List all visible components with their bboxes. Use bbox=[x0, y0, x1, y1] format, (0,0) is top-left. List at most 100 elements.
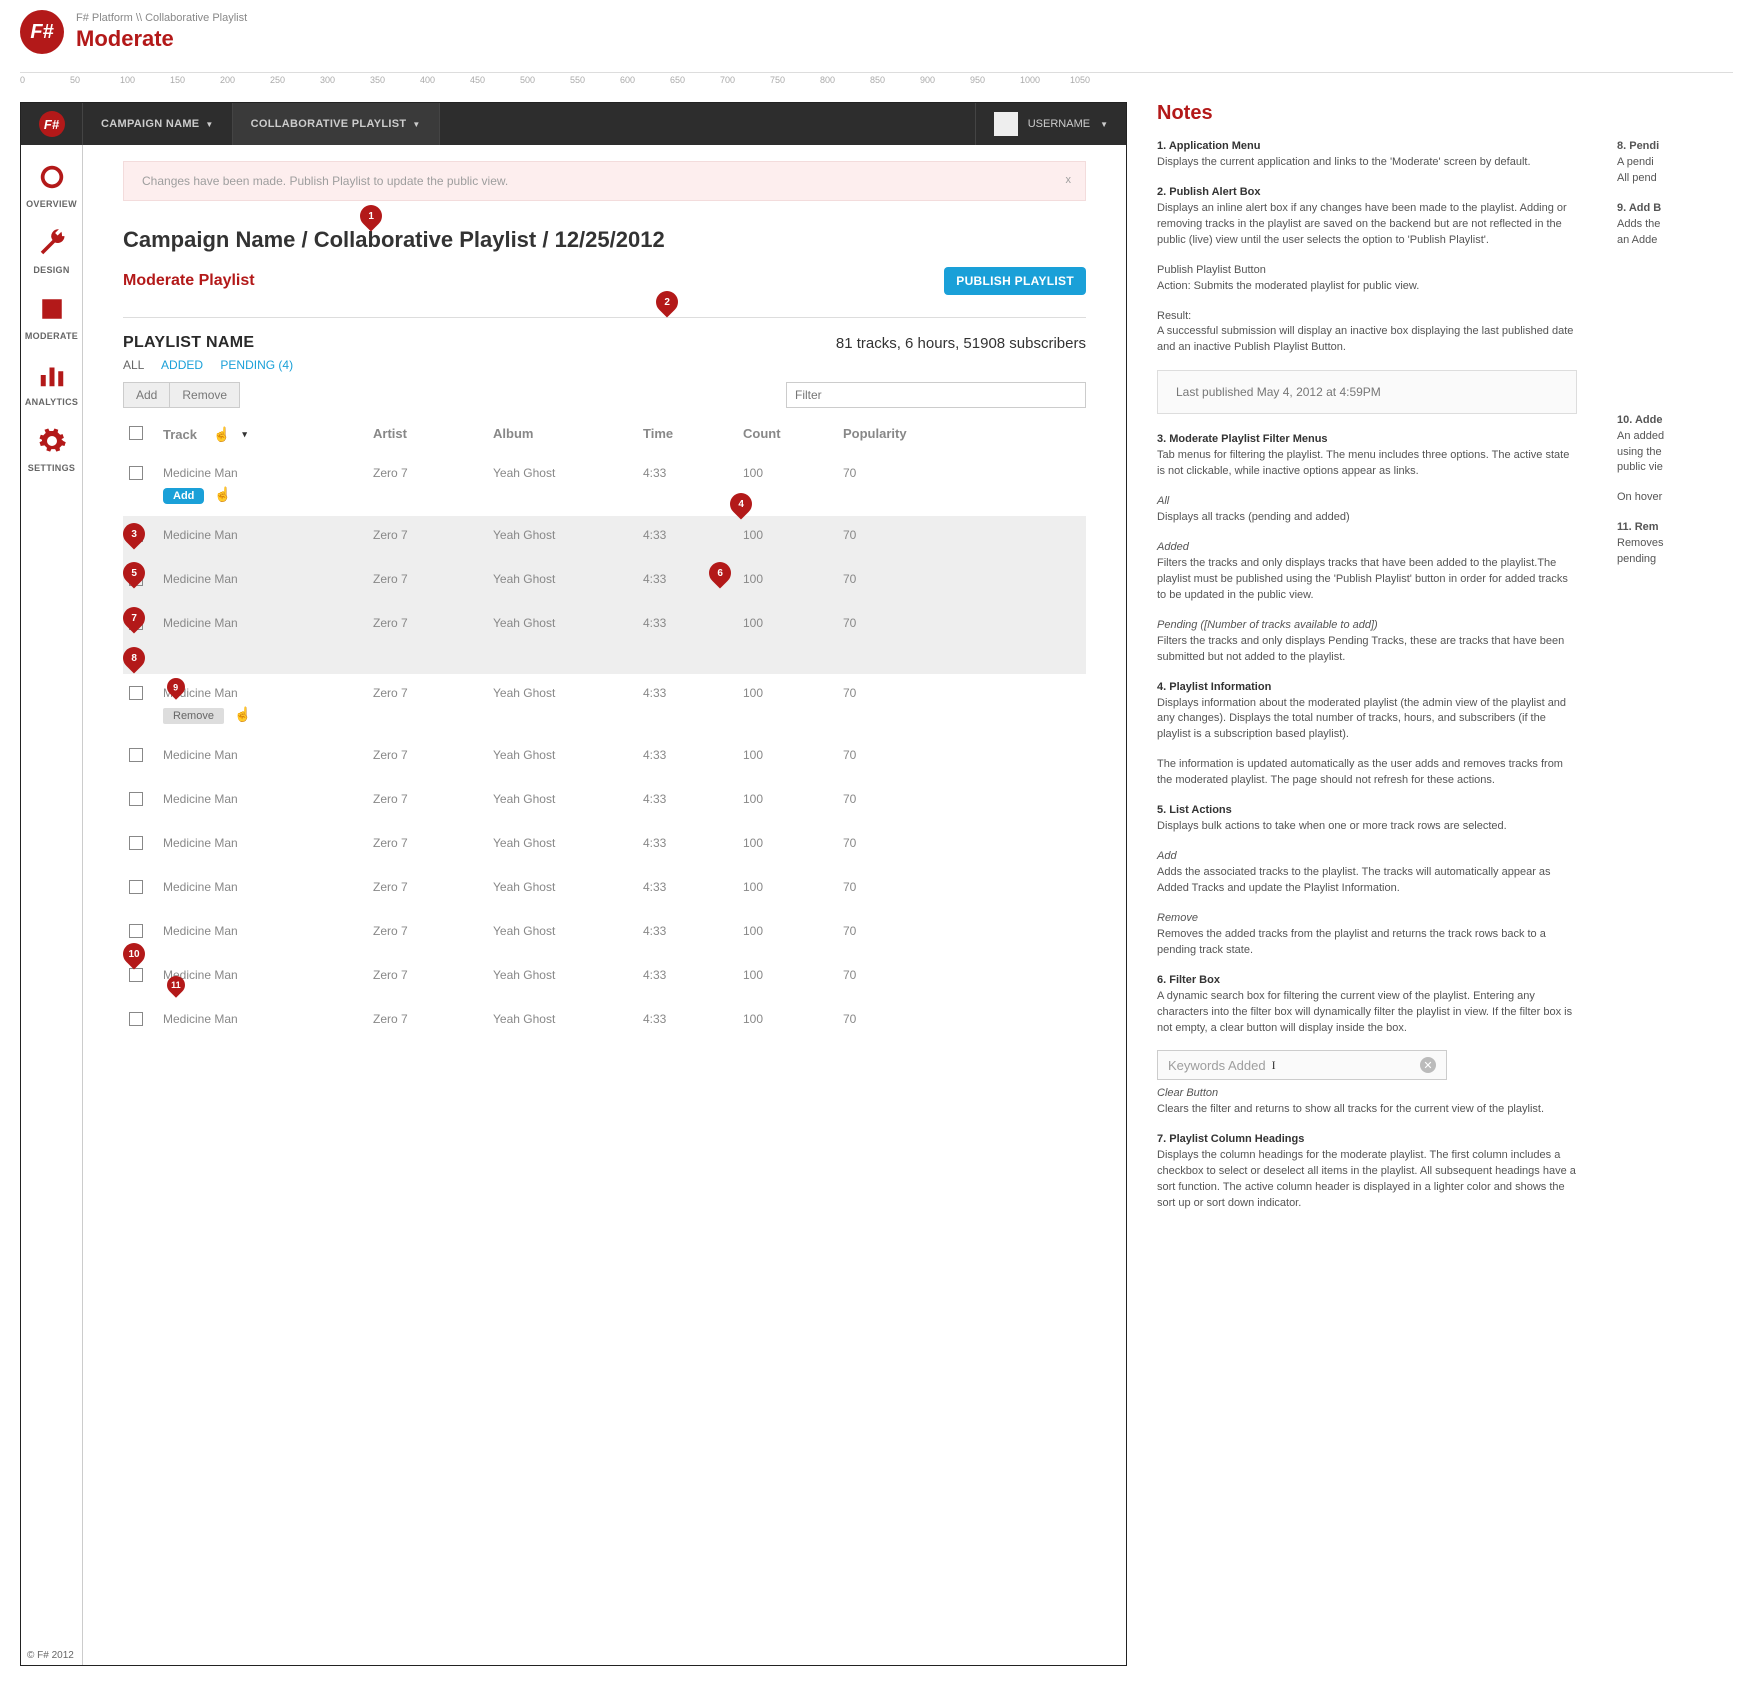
ruler-tick: 650 bbox=[670, 75, 685, 85]
table-row[interactable]: Medicine ManZero 7Yeah Ghost4:3310070 bbox=[123, 824, 1086, 868]
nav-design[interactable]: DESIGN bbox=[25, 225, 79, 275]
cell-track: Medicine Man bbox=[163, 836, 373, 850]
bulk-add-button[interactable]: Add bbox=[123, 382, 169, 408]
cell-album: Yeah Ghost bbox=[493, 572, 643, 586]
brand-icon: F# bbox=[39, 111, 65, 137]
cell-time: 4:33 bbox=[643, 1012, 743, 1026]
nav-moderate[interactable]: MODERATE bbox=[25, 291, 79, 341]
table-row[interactable]: Medicine ManZero 7Yeah Ghost4:3310070 bbox=[123, 516, 1086, 560]
cell-time: 4:33 bbox=[643, 528, 743, 542]
cell-count: 100 bbox=[743, 528, 843, 542]
breadcrumb: F# Platform \\ Collaborative Playlist bbox=[76, 12, 247, 24]
cell-popularity: 70 bbox=[843, 616, 943, 630]
table-row[interactable]: Medicine ManZero 7Yeah Ghost4:3310070 bbox=[123, 560, 1086, 604]
col-time[interactable]: Time bbox=[643, 426, 743, 441]
nav-settings[interactable]: SETTINGS bbox=[25, 423, 79, 473]
table-row[interactable]: Medicine ManZero 7Yeah Ghost4:3310070 bbox=[123, 868, 1086, 912]
tab-added[interactable]: ADDED bbox=[161, 358, 203, 372]
ruler-tick: 450 bbox=[470, 75, 485, 85]
bar-chart-icon bbox=[34, 357, 70, 393]
pointer-cursor-icon: ☝ bbox=[214, 486, 231, 502]
menu-user[interactable]: USERNAME ▼ bbox=[975, 103, 1126, 145]
note-block: The information is updated automatically… bbox=[1157, 757, 1577, 789]
note-block: 7. Playlist Column HeadingsDisplays the … bbox=[1157, 1132, 1577, 1212]
note-block: 11. RemRemovespending bbox=[1617, 520, 1664, 568]
tab-pending[interactable]: PENDING (4) bbox=[220, 358, 293, 372]
table-row[interactable]: Medicine ManZero 7Yeah Ghost4:3310070 bbox=[123, 736, 1086, 780]
row-checkbox[interactable] bbox=[129, 1012, 143, 1026]
table-row[interactable]: Medicine ManZero 7Yeah Ghost4:3310070 bbox=[123, 1000, 1086, 1044]
table-row[interactable]: Medicine ManZero 7Yeah Ghost4:3310070 bbox=[123, 956, 1086, 1000]
cell-artist: Zero 7 bbox=[373, 748, 493, 762]
alert-close-button[interactable]: x bbox=[1066, 174, 1072, 186]
nav-label: DESIGN bbox=[25, 265, 79, 275]
menu-campaign-label: CAMPAIGN NAME bbox=[101, 118, 199, 130]
cell-popularity: 70 bbox=[843, 880, 943, 894]
cell-artist: Zero 7 bbox=[373, 466, 493, 480]
clear-filter-button[interactable]: ✕ bbox=[1420, 1057, 1436, 1073]
cell-album: Yeah Ghost bbox=[493, 836, 643, 850]
cell-album: Yeah Ghost bbox=[493, 616, 643, 630]
cell-track: Medicine Man bbox=[163, 792, 373, 806]
ruler-tick: 300 bbox=[320, 75, 335, 85]
note-block: AddedFilters the tracks and only display… bbox=[1157, 540, 1577, 604]
table-row[interactable]: Medicine ManRemove☝Zero 7Yeah Ghost4:331… bbox=[123, 674, 1086, 736]
table-row[interactable]: Medicine ManZero 7Yeah Ghost4:3310070 bbox=[123, 912, 1086, 956]
row-checkbox[interactable] bbox=[129, 466, 143, 480]
nav-analytics[interactable]: ANALYTICS bbox=[25, 357, 79, 407]
cell-count: 100 bbox=[743, 968, 843, 982]
cell-count: 100 bbox=[743, 924, 843, 938]
col-track[interactable]: Track☝▾ bbox=[163, 426, 373, 443]
cell-track: Medicine Man bbox=[163, 528, 373, 542]
menu-campaign[interactable]: CAMPAIGN NAME ▼ bbox=[83, 103, 233, 145]
cell-time: 4:33 bbox=[643, 968, 743, 982]
ruler: 0501001502002503003504004505005506006507… bbox=[20, 72, 1733, 90]
row-checkbox[interactable] bbox=[129, 924, 143, 938]
ruler-tick: 400 bbox=[420, 75, 435, 85]
app-brand[interactable]: F# bbox=[21, 103, 83, 145]
caret-down-icon: ▼ bbox=[205, 120, 213, 129]
note-block: Publish Playlist ButtonAction: Submits t… bbox=[1157, 263, 1577, 295]
square-icon bbox=[34, 291, 70, 327]
cell-count: 100 bbox=[743, 836, 843, 850]
cell-time: 4:33 bbox=[643, 616, 743, 630]
table-row[interactable]: Medicine ManZero 7Yeah Ghost4:3310070 bbox=[123, 780, 1086, 824]
note-block: 2. Publish Alert BoxDisplays an inline a… bbox=[1157, 185, 1577, 249]
bulk-remove-button[interactable]: Remove bbox=[169, 382, 240, 408]
row-checkbox[interactable] bbox=[129, 686, 143, 700]
col-count[interactable]: Count bbox=[743, 426, 843, 441]
publish-playlist-button[interactable]: PUBLISH PLAYLIST bbox=[944, 267, 1086, 295]
col-popularity[interactable]: Popularity bbox=[843, 426, 943, 441]
cell-album: Yeah Ghost bbox=[493, 528, 643, 542]
ruler-tick: 950 bbox=[970, 75, 985, 85]
cell-popularity: 70 bbox=[843, 748, 943, 762]
cell-count: 100 bbox=[743, 466, 843, 480]
row-checkbox[interactable] bbox=[129, 836, 143, 850]
col-artist[interactable]: Artist bbox=[373, 426, 493, 441]
table-row[interactable]: Medicine ManZero 7Yeah Ghost4:3310070 bbox=[123, 604, 1086, 674]
note-block: RemoveRemoves the added tracks from the … bbox=[1157, 911, 1577, 959]
row-checkbox[interactable] bbox=[129, 792, 143, 806]
app-menu-bar: F# CAMPAIGN NAME ▼ COLLABORATIVE PLAYLIS… bbox=[21, 103, 1126, 145]
gear-icon bbox=[34, 423, 70, 459]
menu-collaborative-playlist[interactable]: COLLABORATIVE PLAYLIST ▼ bbox=[233, 103, 440, 145]
cell-track: Medicine Man bbox=[163, 968, 373, 982]
cell-track: Medicine ManRemove☝ bbox=[163, 686, 373, 724]
nav-overview[interactable]: OVERVIEW bbox=[25, 159, 79, 209]
select-all-checkbox[interactable] bbox=[129, 426, 143, 440]
row-checkbox[interactable] bbox=[129, 748, 143, 762]
filter-input[interactable] bbox=[786, 382, 1086, 408]
cell-count: 100 bbox=[743, 616, 843, 630]
row-remove-button[interactable]: Remove bbox=[163, 708, 224, 724]
row-add-button[interactable]: Add bbox=[163, 488, 204, 504]
alert-text: Changes have been made. Publish Playlist… bbox=[142, 174, 508, 188]
table-row[interactable]: Medicine ManAdd☝Zero 7Yeah Ghost4:331007… bbox=[123, 454, 1086, 516]
col-album[interactable]: Album bbox=[493, 426, 643, 441]
ruler-tick: 600 bbox=[620, 75, 635, 85]
note-block: Result:A successful submission will disp… bbox=[1157, 309, 1577, 357]
ruler-tick: 350 bbox=[370, 75, 385, 85]
row-checkbox[interactable] bbox=[129, 880, 143, 894]
cell-artist: Zero 7 bbox=[373, 792, 493, 806]
row-checkbox[interactable] bbox=[129, 968, 143, 982]
last-published-card: Last published May 4, 2012 at 4:59PM bbox=[1157, 370, 1577, 414]
